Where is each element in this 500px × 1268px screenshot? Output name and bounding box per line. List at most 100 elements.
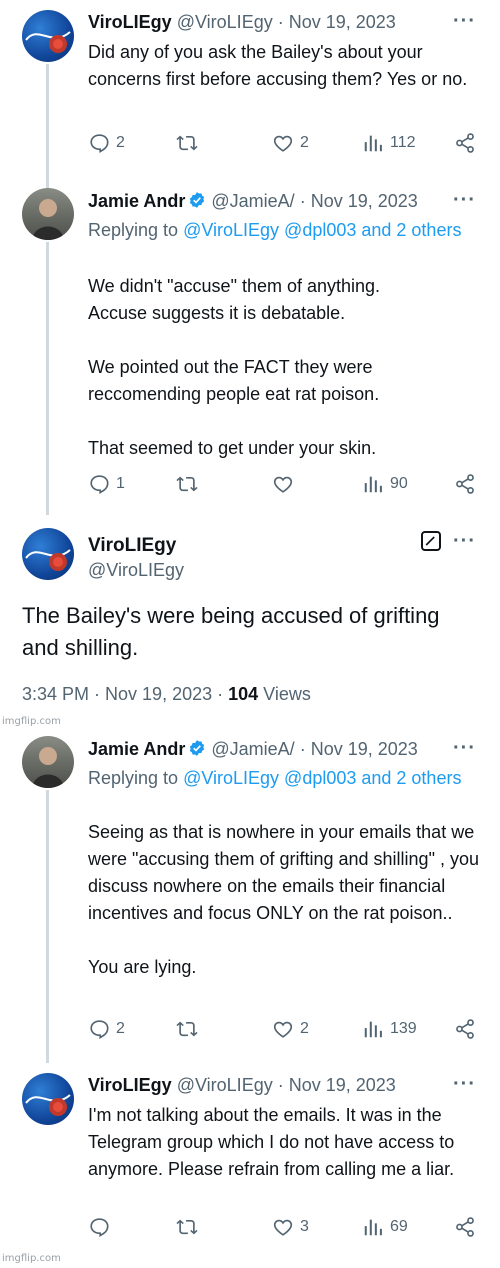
views-button[interactable]: 112 — [362, 132, 416, 154]
like-icon — [272, 1018, 294, 1040]
tweet-2[interactable]: Jamie Andr @JamieA/ · Nov 19, 2023 ··· R… — [0, 180, 500, 515]
display-name[interactable]: ViroLIEgy — [88, 1075, 172, 1095]
replying-prefix: Replying to — [88, 768, 184, 788]
views-button[interactable]: 69 — [362, 1216, 408, 1238]
timestamp[interactable]: · Nov 19, 2023 — [300, 739, 418, 759]
watermark: imgflip.com — [2, 1253, 61, 1264]
reply-count: 1 — [116, 475, 125, 492]
avatar[interactable] — [22, 1073, 74, 1125]
reply-count: 2 — [116, 134, 125, 151]
tweet-header: ViroLIEgy @ViroLIEgy · Nov 19, 2023 — [88, 1075, 396, 1096]
more-icon[interactable]: ··· — [453, 737, 476, 760]
thread-line — [46, 242, 49, 515]
reply-icon — [88, 1216, 110, 1238]
action-bar: 1 90 — [88, 473, 480, 503]
avatar[interactable] — [22, 528, 74, 580]
like-count: 2 — [300, 134, 309, 151]
share-icon — [454, 473, 476, 495]
action-bar: 2 2 139 — [88, 1018, 480, 1048]
like-count: 3 — [300, 1218, 309, 1235]
more-icon[interactable]: ··· — [453, 1073, 476, 1096]
replying-to: Replying to @ViroLIEgy @dpl003 and 2 oth… — [88, 765, 480, 792]
avatar[interactable] — [22, 10, 74, 62]
replying-users[interactable]: @ViroLIEgy @dpl003 and 2 others — [183, 220, 461, 240]
more-icon[interactable]: ··· — [453, 10, 476, 33]
retweet-icon — [176, 132, 198, 154]
tweet-meta: 3:34 PM · Nov 19, 2023 · 104 Views — [22, 684, 311, 705]
like-count: 2 — [300, 1020, 309, 1037]
retweet-icon — [176, 1216, 198, 1238]
replying-users[interactable]: @ViroLIEgy @dpl003 and 2 others — [183, 768, 461, 788]
reply-icon — [88, 473, 110, 495]
like-button[interactable]: 2 — [272, 132, 309, 154]
retweet-button[interactable] — [176, 473, 198, 495]
timestamp[interactable]: · Nov 19, 2023 — [300, 191, 418, 211]
share-button[interactable] — [454, 1216, 476, 1238]
share-icon — [454, 1018, 476, 1040]
avatar[interactable] — [22, 736, 74, 788]
replying-prefix: Replying to — [88, 220, 184, 240]
retweet-button[interactable] — [176, 1216, 198, 1238]
tweet-text: The Bailey's were being accused of grift… — [22, 603, 440, 660]
like-icon — [272, 132, 294, 154]
avatar[interactable] — [22, 188, 74, 240]
timestamp[interactable]: · Nov 19, 2023 — [278, 12, 396, 32]
verified-icon — [188, 191, 206, 209]
handle[interactable]: @JamieA/ — [211, 739, 294, 759]
views-count: 69 — [390, 1218, 408, 1235]
share-button[interactable] — [454, 473, 476, 495]
timestamp[interactable]: 3:34 PM · Nov 19, 2023 · — [22, 684, 228, 704]
share-button[interactable] — [454, 1018, 476, 1040]
tweet-text: Seeing as that is nowhere in your emails… — [88, 822, 479, 977]
display-name[interactable]: ViroLIEgy — [88, 12, 172, 32]
reply-button[interactable] — [88, 1216, 116, 1238]
reply-count: 2 — [116, 1020, 125, 1037]
like-button[interactable]: 2 — [272, 1018, 309, 1040]
share-icon — [454, 1216, 476, 1238]
timestamp[interactable]: · Nov 19, 2023 — [278, 1075, 396, 1095]
tweet-4[interactable]: ViroLIEgy @ViroLIEgy · Nov 19, 2023 ··· … — [0, 1063, 500, 1268]
replying-to: Replying to @ViroLIEgy @dpl003 and 2 oth… — [88, 217, 480, 244]
views-icon — [362, 132, 384, 154]
views-count: 104 — [228, 684, 259, 704]
reply-button[interactable]: 1 — [88, 473, 125, 495]
views-button[interactable]: 139 — [362, 1018, 417, 1040]
views-icon — [362, 1216, 384, 1238]
share-button[interactable] — [454, 132, 476, 154]
like-button[interactable] — [272, 473, 300, 495]
handle[interactable]: @JamieA/ — [211, 191, 294, 211]
views-label: Views — [258, 684, 311, 704]
tweet-header: ViroLIEgy @ViroLIEgy · Nov 19, 2023 — [88, 12, 396, 33]
reply-button[interactable]: 2 — [88, 1018, 125, 1040]
views-icon — [362, 473, 384, 495]
handle[interactable]: @ViroLIEgy — [177, 1075, 273, 1095]
views-count: 112 — [390, 134, 416, 151]
more-icon[interactable]: ··· — [453, 189, 476, 212]
tweet-text: I'm not talking about the emails. It was… — [88, 1105, 460, 1179]
retweet-button[interactable] — [176, 132, 198, 154]
tweet-1[interactable]: ViroLIEgy @ViroLIEgy · Nov 19, 2023 ··· … — [0, 0, 500, 180]
like-icon — [272, 473, 294, 495]
watermark: imgflip.com — [2, 716, 61, 727]
reply-button[interactable]: 2 — [88, 132, 125, 154]
display-name[interactable]: Jamie Andr — [88, 739, 185, 759]
views-count: 139 — [390, 1020, 417, 1037]
tweet-header: Jamie Andr @JamieA/ · Nov 19, 2023 — [88, 739, 418, 760]
display-name[interactable]: Jamie Andr — [88, 191, 185, 211]
tweet-3[interactable]: Jamie Andr @JamieA/ · Nov 19, 2023 ··· R… — [0, 728, 500, 1063]
action-bar: 3 69 — [88, 1216, 480, 1246]
handle[interactable]: @ViroLIEgy — [88, 560, 184, 581]
verified-icon — [188, 739, 206, 757]
display-name[interactable]: ViroLIEgy — [88, 535, 176, 557]
like-button[interactable]: 3 — [272, 1216, 309, 1238]
views-button[interactable]: 90 — [362, 473, 408, 495]
retweet-icon — [176, 473, 198, 495]
handle[interactable]: @ViroLIEgy — [177, 12, 273, 32]
tweet-text: Did any of you ask the Bailey's about yo… — [88, 42, 468, 89]
grok-icon[interactable] — [421, 531, 441, 551]
thread-line — [46, 180, 49, 188]
retweet-button[interactable] — [176, 1018, 198, 1040]
tweet-header: Jamie Andr @JamieA/ · Nov 19, 2023 — [88, 191, 418, 212]
action-bar: 2 2 112 — [88, 132, 480, 162]
more-icon[interactable]: ··· — [453, 530, 476, 553]
